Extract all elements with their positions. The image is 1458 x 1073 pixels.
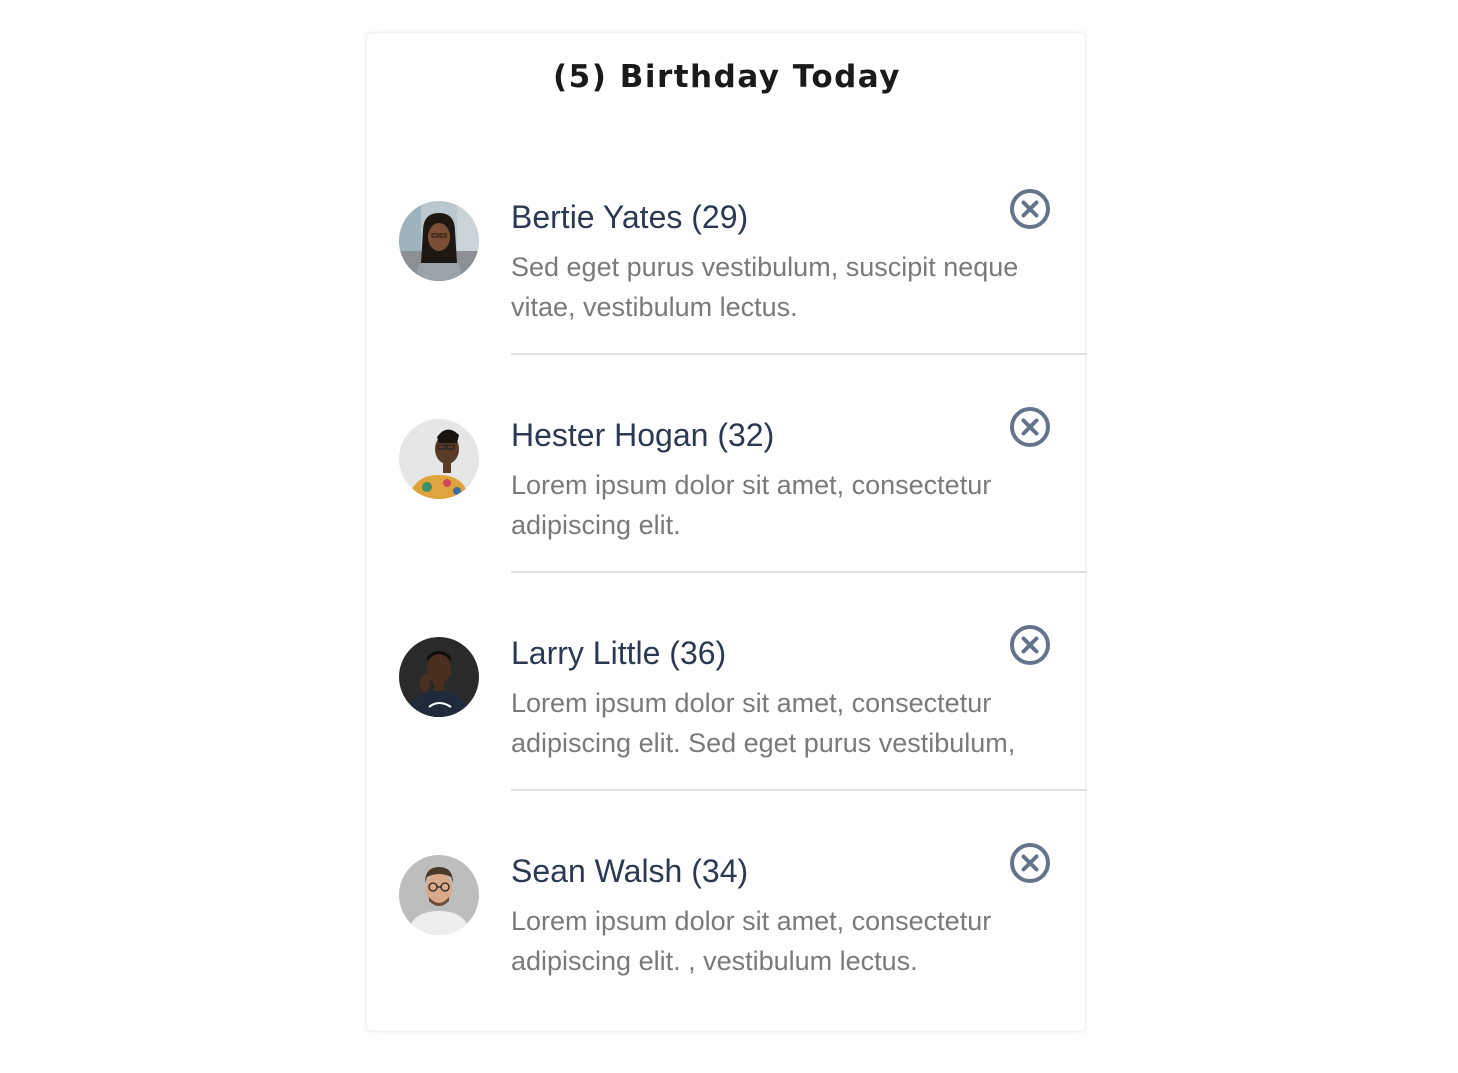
person-description: Sed eget purus vestibulum, suscipit nequ… — [511, 252, 1019, 322]
divider — [511, 353, 1087, 355]
birthday-card: (5) Birthday Today Bertie Yates (29) Sed… — [366, 32, 1087, 1032]
avatar[interactable] — [399, 419, 479, 499]
avatar[interactable] — [399, 637, 479, 717]
person-name: Hester Hogan (32) — [511, 417, 775, 453]
birthday-item: Bertie Yates (29) Sed eget purus vestibu… — [367, 189, 1087, 419]
person-name: Larry Little (36) — [511, 635, 727, 671]
person-name: Bertie Yates (29) — [511, 199, 749, 235]
close-circle-icon[interactable] — [1009, 188, 1051, 230]
birthday-item: Hester Hogan (32) Lorem ipsum dolor sit … — [367, 407, 1087, 637]
person-name: Sean Walsh (34) — [511, 853, 749, 889]
card-title: (5) Birthday Today — [553, 59, 901, 95]
close-circle-icon[interactable] — [1009, 842, 1051, 884]
divider — [511, 571, 1087, 573]
close-circle-icon[interactable] — [1009, 624, 1051, 666]
close-circle-icon[interactable] — [1009, 406, 1051, 448]
birthday-item: Sean Walsh (34) Lorem ipsum dolor sit am… — [367, 843, 1087, 1073]
birthday-item: Larry Little (36) Lorem ipsum dolor sit … — [367, 625, 1087, 855]
person-description: Lorem ipsum dolor sit amet, consectetur … — [511, 688, 1016, 758]
person-description: Lorem ipsum dolor sit amet, consectetur … — [511, 470, 992, 540]
person-description: Lorem ipsum dolor sit amet, consectetur … — [511, 906, 992, 976]
avatar[interactable] — [399, 855, 479, 935]
avatar[interactable] — [399, 201, 479, 281]
divider — [511, 789, 1087, 791]
